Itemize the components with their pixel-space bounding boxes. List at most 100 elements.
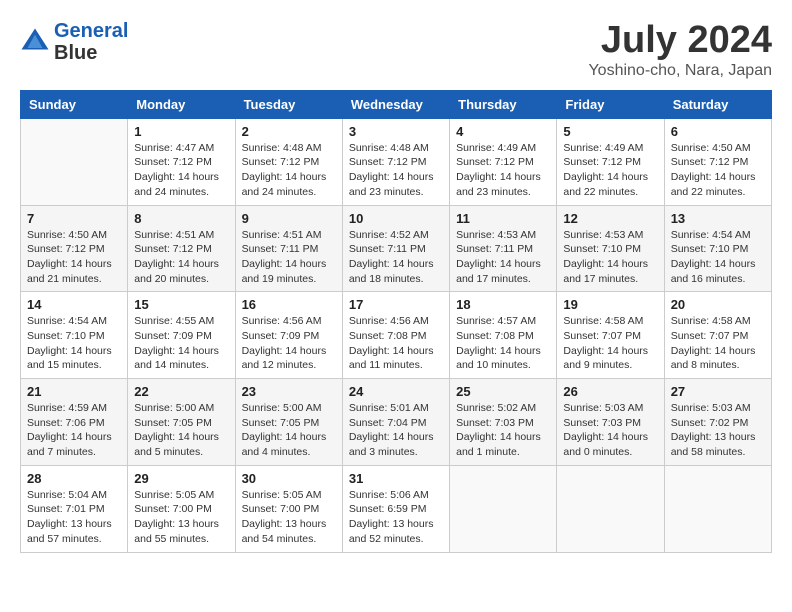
day-cell bbox=[450, 465, 557, 552]
day-cell: 20 Sunrise: 4:58 AMSunset: 7:07 PMDayligh… bbox=[664, 292, 771, 379]
day-cell: 22Sunrise: 5:00 AMSunset: 7:05 PMDayligh… bbox=[128, 379, 235, 466]
day-number: 15 bbox=[134, 297, 228, 312]
header-saturday: Saturday bbox=[664, 90, 771, 118]
day-cell bbox=[557, 465, 664, 552]
day-cell: 9 Sunrise: 4:51 AMSunset: 7:11 PMDaylight… bbox=[235, 205, 342, 292]
day-number: 3 bbox=[349, 124, 443, 139]
week-row-3: 21 Sunrise: 4:59 AMSunset: 7:06 PMDayligh… bbox=[21, 379, 772, 466]
day-number: 2 bbox=[242, 124, 336, 139]
day-number: 26 bbox=[563, 384, 657, 399]
day-number: 10 bbox=[349, 211, 443, 226]
day-cell: 25Sunrise: 5:02 AMSunset: 7:03 PMDayligh… bbox=[450, 379, 557, 466]
header-row: SundayMondayTuesdayWednesdayThursdayFrid… bbox=[21, 90, 772, 118]
day-cell: 19 Sunrise: 4:58 AMSunset: 7:07 PMDayligh… bbox=[557, 292, 664, 379]
day-number: 30 bbox=[242, 471, 336, 486]
day-number: 1 bbox=[134, 124, 228, 139]
day-cell: 28Sunrise: 5:04 AMSunset: 7:01 PMDayligh… bbox=[21, 465, 128, 552]
day-number: 31 bbox=[349, 471, 443, 486]
day-number: 19 bbox=[563, 297, 657, 312]
week-row-0: 1 Sunrise: 4:47 AMSunset: 7:12 PMDaylight… bbox=[21, 118, 772, 205]
day-cell bbox=[664, 465, 771, 552]
location: Yoshino-cho, Nara, Japan bbox=[588, 62, 772, 80]
day-cell: 2 Sunrise: 4:48 AMSunset: 7:12 PMDaylight… bbox=[235, 118, 342, 205]
day-info: Sunrise: 4:51 AMSunset: 7:11 PMDaylight:… bbox=[242, 228, 336, 287]
day-cell: 21 Sunrise: 4:59 AMSunset: 7:06 PMDayligh… bbox=[21, 379, 128, 466]
day-cell bbox=[21, 118, 128, 205]
day-info: Sunrise: 4:49 AMSunset: 7:12 PMDaylight:… bbox=[456, 141, 550, 200]
day-info: Sunrise: 4:58 AMSunset: 7:07 PMDaylight:… bbox=[563, 314, 657, 373]
day-cell: 24 Sunrise: 5:01 AMSunset: 7:04 PMDayligh… bbox=[342, 379, 449, 466]
header-friday: Friday bbox=[557, 90, 664, 118]
header-tuesday: Tuesday bbox=[235, 90, 342, 118]
day-cell: 15Sunrise: 4:55 AMSunset: 7:09 PMDayligh… bbox=[128, 292, 235, 379]
day-cell: 27 Sunrise: 5:03 AMSunset: 7:02 PMDayligh… bbox=[664, 379, 771, 466]
day-cell: 12Sunrise: 4:53 AMSunset: 7:10 PMDayligh… bbox=[557, 205, 664, 292]
day-number: 4 bbox=[456, 124, 550, 139]
day-cell: 23 Sunrise: 5:00 AMSunset: 7:05 PMDayligh… bbox=[235, 379, 342, 466]
day-info: Sunrise: 5:05 AMSunset: 7:00 PMDaylight:… bbox=[242, 488, 336, 547]
day-cell: 1 Sunrise: 4:47 AMSunset: 7:12 PMDaylight… bbox=[128, 118, 235, 205]
week-row-4: 28Sunrise: 5:04 AMSunset: 7:01 PMDayligh… bbox=[21, 465, 772, 552]
day-info: Sunrise: 5:01 AMSunset: 7:04 PMDaylight:… bbox=[349, 401, 443, 460]
day-info: Sunrise: 5:03 AMSunset: 7:02 PMDaylight:… bbox=[671, 401, 765, 460]
day-number: 11 bbox=[456, 211, 550, 226]
day-number: 28 bbox=[27, 471, 121, 486]
day-cell: 29 Sunrise: 5:05 AMSunset: 7:00 PMDayligh… bbox=[128, 465, 235, 552]
day-number: 24 bbox=[349, 384, 443, 399]
day-number: 25 bbox=[456, 384, 550, 399]
page-header: GeneralBlue July 2024 Yoshino-cho, Nara,… bbox=[20, 20, 772, 80]
day-number: 6 bbox=[671, 124, 765, 139]
day-cell: 11 Sunrise: 4:53 AMSunset: 7:11 PMDayligh… bbox=[450, 205, 557, 292]
day-info: Sunrise: 4:58 AMSunset: 7:07 PMDaylight:… bbox=[671, 314, 765, 373]
header-sunday: Sunday bbox=[21, 90, 128, 118]
day-info: Sunrise: 4:57 AMSunset: 7:08 PMDaylight:… bbox=[456, 314, 550, 373]
day-number: 29 bbox=[134, 471, 228, 486]
day-info: Sunrise: 4:48 AMSunset: 7:12 PMDaylight:… bbox=[349, 141, 443, 200]
day-info: Sunrise: 4:48 AMSunset: 7:12 PMDaylight:… bbox=[242, 141, 336, 200]
day-number: 7 bbox=[27, 211, 121, 226]
day-info: Sunrise: 5:03 AMSunset: 7:03 PMDaylight:… bbox=[563, 401, 657, 460]
day-number: 21 bbox=[27, 384, 121, 399]
day-info: Sunrise: 4:47 AMSunset: 7:12 PMDaylight:… bbox=[134, 141, 228, 200]
day-cell: 14Sunrise: 4:54 AMSunset: 7:10 PMDayligh… bbox=[21, 292, 128, 379]
day-info: Sunrise: 5:05 AMSunset: 7:00 PMDaylight:… bbox=[134, 488, 228, 547]
title-area: July 2024 Yoshino-cho, Nara, Japan bbox=[588, 20, 772, 80]
day-number: 5 bbox=[563, 124, 657, 139]
day-number: 27 bbox=[671, 384, 765, 399]
day-cell: 26 Sunrise: 5:03 AMSunset: 7:03 PMDayligh… bbox=[557, 379, 664, 466]
day-info: Sunrise: 5:00 AMSunset: 7:05 PMDaylight:… bbox=[242, 401, 336, 460]
day-cell: 7 Sunrise: 4:50 AMSunset: 7:12 PMDaylight… bbox=[21, 205, 128, 292]
day-cell: 4 Sunrise: 4:49 AMSunset: 7:12 PMDaylight… bbox=[450, 118, 557, 205]
day-cell: 18 Sunrise: 4:57 AMSunset: 7:08 PMDayligh… bbox=[450, 292, 557, 379]
day-number: 9 bbox=[242, 211, 336, 226]
day-cell: 8 Sunrise: 4:51 AMSunset: 7:12 PMDaylight… bbox=[128, 205, 235, 292]
logo-text: GeneralBlue bbox=[54, 20, 128, 64]
day-cell: 5 Sunrise: 4:49 AMSunset: 7:12 PMDaylight… bbox=[557, 118, 664, 205]
day-cell: 3 Sunrise: 4:48 AMSunset: 7:12 PMDaylight… bbox=[342, 118, 449, 205]
week-row-2: 14Sunrise: 4:54 AMSunset: 7:10 PMDayligh… bbox=[21, 292, 772, 379]
day-number: 20 bbox=[671, 297, 765, 312]
day-number: 23 bbox=[242, 384, 336, 399]
day-info: Sunrise: 4:50 AMSunset: 7:12 PMDaylight:… bbox=[27, 228, 121, 287]
header-wednesday: Wednesday bbox=[342, 90, 449, 118]
day-info: Sunrise: 4:52 AMSunset: 7:11 PMDaylight:… bbox=[349, 228, 443, 287]
day-cell: 13Sunrise: 4:54 AMSunset: 7:10 PMDayligh… bbox=[664, 205, 771, 292]
day-number: 13 bbox=[671, 211, 765, 226]
day-number: 22 bbox=[134, 384, 228, 399]
day-info: Sunrise: 4:51 AMSunset: 7:12 PMDaylight:… bbox=[134, 228, 228, 287]
day-cell: 17 Sunrise: 4:56 AMSunset: 7:08 PMDayligh… bbox=[342, 292, 449, 379]
day-number: 17 bbox=[349, 297, 443, 312]
day-info: Sunrise: 4:50 AMSunset: 7:12 PMDaylight:… bbox=[671, 141, 765, 200]
day-info: Sunrise: 4:59 AMSunset: 7:06 PMDaylight:… bbox=[27, 401, 121, 460]
day-info: Sunrise: 4:56 AMSunset: 7:09 PMDaylight:… bbox=[242, 314, 336, 373]
day-number: 8 bbox=[134, 211, 228, 226]
logo-icon bbox=[20, 27, 50, 57]
day-info: Sunrise: 4:56 AMSunset: 7:08 PMDaylight:… bbox=[349, 314, 443, 373]
day-number: 16 bbox=[242, 297, 336, 312]
week-row-1: 7 Sunrise: 4:50 AMSunset: 7:12 PMDaylight… bbox=[21, 205, 772, 292]
day-info: Sunrise: 4:53 AMSunset: 7:11 PMDaylight:… bbox=[456, 228, 550, 287]
day-info: Sunrise: 4:49 AMSunset: 7:12 PMDaylight:… bbox=[563, 141, 657, 200]
header-thursday: Thursday bbox=[450, 90, 557, 118]
day-number: 18 bbox=[456, 297, 550, 312]
logo: GeneralBlue bbox=[20, 20, 128, 64]
